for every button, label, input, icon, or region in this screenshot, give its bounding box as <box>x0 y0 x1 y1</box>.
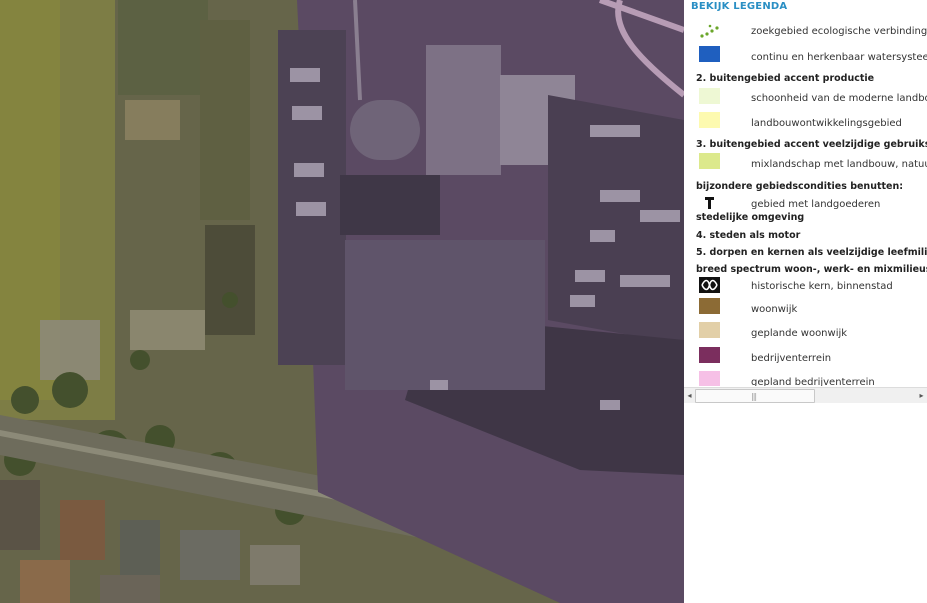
legend-label: mixlandschap met landbouw, natuur en rec… <box>751 159 927 170</box>
scrollbar-grip-icon: ||| <box>751 392 757 401</box>
legend-header[interactable]: BEKIJK LEGENDA <box>691 1 787 12</box>
legend-label: bedrijventerrein <box>751 353 832 364</box>
aerial-photo <box>0 0 684 603</box>
legend-label: historische kern, binnenstad <box>751 281 893 292</box>
legend-scroll-area[interactable]: zoekgebied ecologische verbindingszone c… <box>684 14 927 386</box>
historic-core-icon <box>699 277 720 293</box>
legend-heading: bijzondere gebiedscondities benutten: <box>696 181 904 192</box>
legend-item-moderne-landbouw: schoonheid van de moderne landbouw <box>684 88 927 108</box>
legend-label: woonwijk <box>751 304 798 315</box>
legend-swatch <box>699 153 720 169</box>
tree-icon <box>705 197 714 209</box>
legend-panel: BEKIJK LEGENDA zoekgebied ecologische ve… <box>684 0 927 603</box>
legend-item-geplande-woonwijk: geplande woonwijk <box>684 322 927 342</box>
legend-swatch <box>699 88 720 104</box>
scroll-left-arrow-icon[interactable]: ◂ <box>684 388 695 403</box>
legend-empty-area <box>684 403 927 603</box>
legend-label: gebied met landgoederen <box>751 199 881 210</box>
legend-label: schoonheid van de moderne landbouw <box>751 93 927 104</box>
legend-item-mixlandschap: mixlandschap met landbouw, natuur en rec… <box>684 153 927 173</box>
legend-heading: 3. buitengebied accent veelzijdige gebru… <box>696 139 927 150</box>
legend-item-historische-kern: historische kern, binnenstad <box>684 277 927 297</box>
legend-label: continu en herkenbaar watersysteem <box>751 52 927 63</box>
legend-swatch <box>699 322 720 338</box>
legend-item-ecologische-verbindingszone: zoekgebied ecologische verbindingszone <box>684 22 927 42</box>
legend-item-watersysteem: continu en herkenbaar watersysteem <box>684 46 927 66</box>
scrollbar-thumb[interactable]: ||| <box>695 389 815 403</box>
map-canvas[interactable] <box>0 0 684 603</box>
scroll-right-arrow-icon[interactable]: ▸ <box>916 388 927 403</box>
legend-swatch <box>699 371 720 386</box>
legend-heading: 5. dorpen en kernen als veelzijdige leef… <box>696 247 927 258</box>
legend-label: zoekgebied ecologische verbindingszone <box>751 26 927 37</box>
legend-heading: breed spectrum woon-, werk- en mixmilieu… <box>696 264 927 275</box>
legend-swatch <box>699 347 720 363</box>
legend-heading: 4. steden als motor <box>696 230 801 241</box>
legend-label: landbouwontwikkelingsgebied <box>751 118 902 129</box>
legend-item-landbouwontwikkelingsgebied: landbouwontwikkelingsgebied <box>684 112 927 132</box>
dotted-line-icon <box>700 24 719 38</box>
legend-swatch <box>699 112 720 128</box>
legend-heading: stedelijke omgeving <box>696 212 805 223</box>
legend-item-woonwijk: woonwijk <box>684 298 927 318</box>
legend-horizontal-scrollbar[interactable]: ◂ ||| ▸ <box>684 387 927 404</box>
legend-item-gepland-bedrijventerrein: gepland bedrijventerrein <box>684 371 927 386</box>
legend-label: gepland bedrijventerrein <box>751 377 875 386</box>
legend-swatch <box>699 46 720 62</box>
legend-label: geplande woonwijk <box>751 328 848 339</box>
legend-swatch <box>699 298 720 314</box>
legend-heading: 2. buitengebied accent productie <box>696 73 875 84</box>
legend-item-bedrijventerrein: bedrijventerrein <box>684 347 927 367</box>
